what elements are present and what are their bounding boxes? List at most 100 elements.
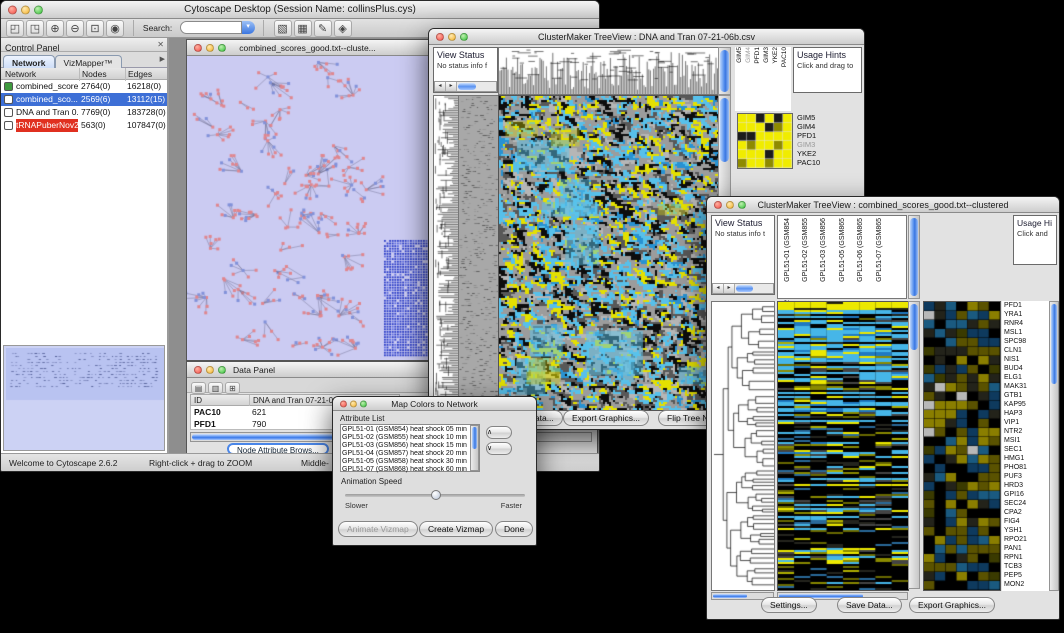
row-dendrogram[interactable]: [711, 301, 775, 591]
zoom-button[interactable]: [218, 44, 226, 52]
scrollbar-thumb[interactable]: [472, 427, 477, 449]
vertical-scrollbar[interactable]: [470, 425, 479, 471]
attribute-list[interactable]: GPL51-01 (GSM854) heat shock 05 min GPL51…: [340, 424, 480, 472]
main-titlebar[interactable]: Cytoscape Desktop (Session Name: collins…: [1, 1, 599, 19]
gene-label[interactable]: PEP5: [1002, 571, 1049, 580]
minimize-button[interactable]: [21, 5, 30, 14]
export-graphics-button[interactable]: Export Graphics...: [563, 410, 649, 426]
column-label[interactable]: GPL51-03 (GSM856: [815, 216, 833, 298]
gene-label[interactable]: YRA1: [1002, 310, 1049, 319]
gene-label[interactable]: KAP95: [1002, 400, 1049, 409]
close-button[interactable]: [714, 201, 722, 209]
gene-label[interactable]: HMG1: [1002, 454, 1049, 463]
column-header-attr[interactable]: DNA and Tran 07-21-06...: [249, 395, 344, 406]
gene-label[interactable]: MSL1: [1002, 328, 1049, 337]
annotation-icon[interactable]: ✎: [314, 20, 332, 37]
attribute-list-item[interactable]: GPL51-04 (GSM857) heat shock 20 min: [342, 450, 469, 458]
network-overview-thumbnail[interactable]: [6, 348, 164, 446]
main-heatmap[interactable]: [777, 301, 909, 591]
zoom-row-label[interactable]: PAC10: [795, 158, 845, 167]
zoom-heatmap[interactable]: [923, 301, 1001, 591]
scrollbar-thumb[interactable]: [910, 218, 918, 296]
gene-label[interactable]: GPI16: [1002, 490, 1049, 499]
vertical-scrollbar[interactable]: [908, 301, 920, 589]
zoom-row-label[interactable]: GIM3: [795, 140, 845, 149]
close-panel-icon[interactable]: ✕: [157, 38, 164, 52]
gene-label[interactable]: HAP3: [1002, 409, 1049, 418]
zoom-column-label[interactable]: GIM4: [744, 47, 753, 111]
gene-label[interactable]: FIG4: [1002, 517, 1049, 526]
done-button[interactable]: Done: [495, 521, 533, 537]
zoom-out-icon[interactable]: ⊖: [66, 20, 84, 37]
close-button[interactable]: [436, 33, 444, 41]
column-label[interactable]: GPL51-02 (GSM855: [796, 216, 814, 298]
treeview-dna-titlebar[interactable]: ClusterMaker TreeView : DNA and Tran 07-…: [429, 29, 864, 45]
scrollbar-thumb[interactable]: [1051, 304, 1057, 384]
attribute-table-icon[interactable]: ▥: [208, 382, 223, 394]
create-vizmap-button[interactable]: Create Vizmap: [419, 521, 493, 537]
column-label[interactable]: GPL51-06 (GSM865: [852, 216, 870, 298]
column-dendrogram[interactable]: [498, 47, 719, 95]
open-folder-icon[interactable]: ◰: [6, 20, 24, 37]
vertical-scrollbar[interactable]: [1049, 301, 1059, 591]
gene-label[interactable]: SEC24: [1002, 499, 1049, 508]
gene-label[interactable]: PAN1: [1002, 544, 1049, 553]
zoom-column-label[interactable]: PAC10: [780, 47, 789, 111]
gene-label[interactable]: NIS1: [1002, 355, 1049, 364]
new-attribute-icon[interactable]: ⊞: [225, 382, 240, 394]
gene-label[interactable]: VIP1: [1002, 418, 1049, 427]
search-dropdown-icon[interactable]: ▾: [242, 21, 255, 34]
gene-label[interactable]: RNR4: [1002, 319, 1049, 328]
table-row[interactable]: DNA and Tran 0... 7769(0) 183728(0): [1, 106, 167, 119]
column-label[interactable]: GPL51-07 (GSM865: [870, 216, 888, 298]
move-up-button[interactable]: ∧: [486, 426, 512, 439]
zoom-fit-icon[interactable]: ⊡: [86, 20, 104, 37]
network-view-titlebar[interactable]: combined_scores_good.txt--cluste...: [187, 40, 428, 56]
save-data-button[interactable]: Save Data...: [837, 597, 902, 613]
tab-overflow-icon[interactable]: ▶: [160, 55, 165, 63]
zoom-row-label[interactable]: PFD1: [795, 131, 845, 140]
attribute-list-item[interactable]: GPL51-05 (GSM858) heat shock 30 min: [342, 458, 469, 466]
vertical-scrollbar[interactable]: [908, 215, 920, 299]
minimize-button[interactable]: [350, 400, 357, 407]
close-button[interactable]: [194, 366, 202, 374]
gene-label[interactable]: RPN1: [1002, 553, 1049, 562]
zoom-row-label[interactable]: GIM5: [795, 113, 845, 122]
close-button[interactable]: [194, 44, 202, 52]
dialog-titlebar[interactable]: Map Colors to Network: [333, 397, 536, 411]
gene-label[interactable]: SPC98: [1002, 337, 1049, 346]
settings-button[interactable]: Settings...: [761, 597, 817, 613]
search-input[interactable]: [180, 21, 242, 34]
gene-label[interactable]: MAK31: [1002, 382, 1049, 391]
scroll-right-icon[interactable]: ▸: [446, 82, 457, 91]
gene-label[interactable]: GTB1: [1002, 391, 1049, 400]
zoom-column-label[interactable]: GIM5: [735, 47, 744, 111]
zoom-button[interactable]: [218, 366, 226, 374]
zoom-selected-icon[interactable]: ◉: [106, 20, 124, 37]
table-row[interactable]: combined_scores 2764(0) 16218(0): [1, 80, 167, 93]
zoom-column-label[interactable]: YKE2: [771, 47, 780, 111]
row-dendrogram[interactable]: [433, 95, 459, 411]
attribute-list-item[interactable]: GPL51-01 (GSM854) heat shock 05 min: [342, 426, 469, 434]
animate-vizmap-button[interactable]: Animate Vizmap: [338, 521, 418, 537]
gene-label[interactable]: SEC1: [1002, 445, 1049, 454]
hide-selected-icon[interactable]: ▧: [274, 20, 292, 37]
vertical-scrollbar[interactable]: [718, 47, 731, 95]
scrollbar-thumb[interactable]: [720, 98, 729, 162]
gene-label[interactable]: BUD4: [1002, 364, 1049, 373]
gene-label[interactable]: NTR2: [1002, 427, 1049, 436]
node-attribute-browser-tab[interactable]: Node Attribute Brows...: [227, 443, 329, 453]
plugins-icon[interactable]: ◈: [334, 20, 352, 37]
gene-label[interactable]: PUF3: [1002, 472, 1049, 481]
gene-label[interactable]: RPO21: [1002, 535, 1049, 544]
gene-label[interactable]: PFD1: [1002, 301, 1049, 310]
table-row[interactable]: tRNAPuberNov2... 563(0) 107847(0): [1, 119, 167, 132]
gene-label[interactable]: CPA2: [1002, 508, 1049, 517]
table-row-selected[interactable]: combined_sco... 2569(6) 13112(15): [1, 93, 167, 106]
minimize-button[interactable]: [726, 201, 734, 209]
import-icon[interactable]: ◳: [26, 20, 44, 37]
gene-label[interactable]: TCB3: [1002, 562, 1049, 571]
select-attributes-icon[interactable]: ▤: [191, 382, 206, 394]
scroll-left-icon[interactable]: ◂: [435, 82, 446, 91]
zoom-column-label[interactable]: PFD1: [753, 47, 762, 111]
